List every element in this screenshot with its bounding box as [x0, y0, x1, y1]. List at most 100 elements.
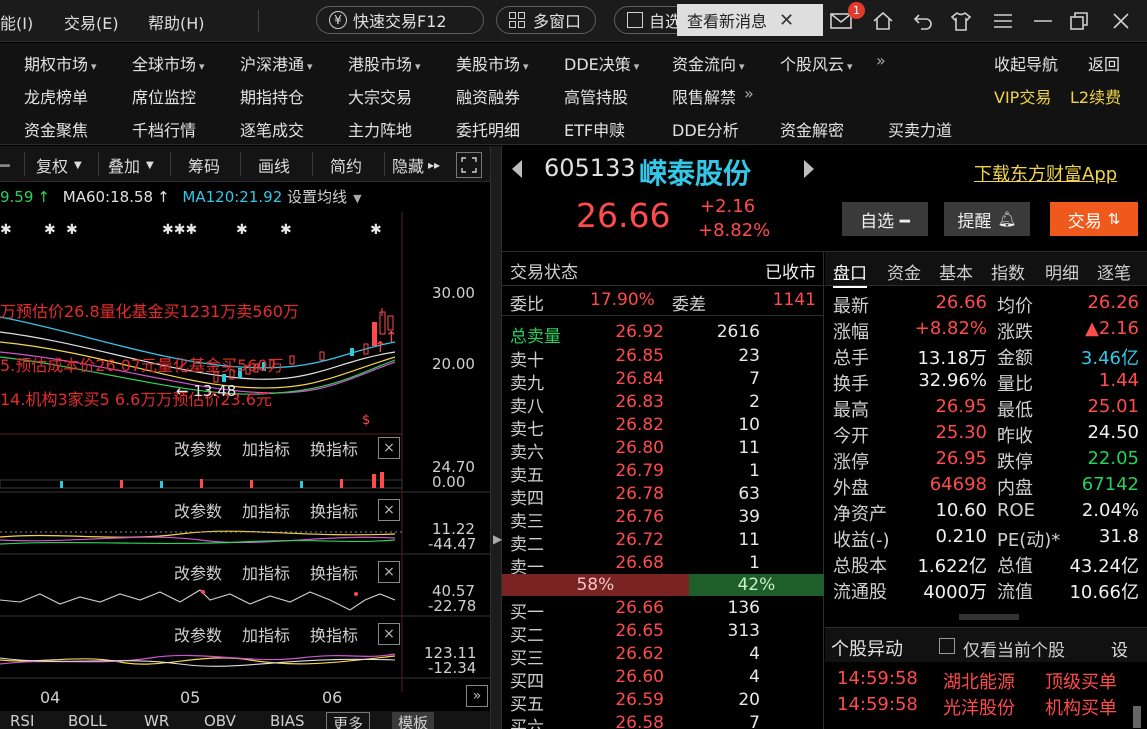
close-icon[interactable]: × [378, 499, 400, 521]
close-icon[interactable]: × [378, 437, 400, 459]
minimize-icon[interactable] [1028, 6, 1058, 36]
bid-level-row[interactable]: 买二 26.65 313 [502, 621, 824, 646]
ask-level-row[interactable]: 卖九 26.84 7 [502, 369, 824, 394]
menu-function[interactable]: 能(I) [0, 10, 33, 34]
add-indicator-button[interactable]: 加指标 [242, 436, 290, 460]
ask-level-row[interactable]: 卖三 26.76 39 [502, 507, 824, 532]
movers-scrollbar[interactable] [1133, 706, 1141, 728]
quick-trade-button[interactable]: ¥ 快速交易F12 [316, 6, 484, 34]
change-params-button[interactable]: 改参数 [174, 436, 222, 460]
overlay-dropdown[interactable]: 叠加 ▼ [108, 152, 154, 178]
nav-stock-news[interactable]: 个股风云 ▾ [780, 51, 853, 75]
nav-more-row2[interactable]: » [744, 84, 754, 103]
ask-level-row[interactable]: 卖六 26.80 11 [502, 438, 824, 463]
download-app-link[interactable]: 下载东方财富App [974, 160, 1117, 186]
tab-bias[interactable]: BIAS [270, 712, 305, 729]
ask-level-row[interactable]: 卖二 26.72 11 [502, 530, 824, 555]
hide-button[interactable]: 隐藏 ▸▸ [392, 152, 440, 178]
draw-line-button[interactable]: 画线 [258, 152, 290, 178]
tab-funds[interactable]: 资金 [887, 259, 921, 284]
ask-level-row[interactable]: 卖十 26.85 23 [502, 346, 824, 371]
add-indicator-button[interactable]: 加指标 [242, 622, 290, 646]
close-icon[interactable]: ✕ [779, 10, 794, 31]
change-params-button[interactable]: 改参数 [174, 498, 222, 522]
nav-thousand-level[interactable]: 千档行情 [132, 117, 196, 141]
panel-splitter[interactable]: ▶ [490, 146, 502, 729]
close-icon[interactable]: × [378, 623, 400, 645]
tab-template[interactable]: 模板 [392, 712, 435, 729]
nav-executive-holdings[interactable]: 高管持股 [564, 84, 628, 108]
nav-fund-focus[interactable]: 资金聚焦 [24, 117, 88, 141]
menu-trade[interactable]: 交易(E) [64, 10, 119, 34]
tab-obv[interactable]: OBV [204, 712, 236, 729]
switch-indicator-button[interactable]: 换指标 [310, 622, 358, 646]
back-arrow-icon[interactable] [908, 6, 938, 36]
change-params-button[interactable]: 改参数 [174, 622, 222, 646]
ask-level-row[interactable]: 卖七 26.82 10 [502, 415, 824, 440]
add-watchlist-button[interactable]: 自选 ━ [842, 202, 928, 236]
nav-back[interactable]: 返回 [1088, 51, 1120, 75]
nav-fund-flow[interactable]: 资金流向 ▾ [672, 51, 745, 75]
double-chevron-right-icon[interactable]: » [466, 685, 488, 707]
switch-indicator-button[interactable]: 换指标 [310, 436, 358, 460]
ask-level-row[interactable]: 卖一 26.68 1 [502, 553, 824, 578]
current-stock-checkbox[interactable] [939, 638, 955, 654]
restore-icon[interactable] [1064, 6, 1094, 36]
new-message-notice[interactable]: 查看新消息 ✕ [677, 4, 823, 36]
nav-tick-trades[interactable]: 逐笔成交 [240, 117, 304, 141]
menu-lines-icon[interactable] [988, 6, 1018, 36]
movers-settings-button[interactable]: 设 [1111, 636, 1128, 661]
nav-dde-decision[interactable]: DDE决策 ▾ [564, 51, 639, 75]
nav-block-trade[interactable]: 大宗交易 [348, 84, 412, 108]
nav-fund-decode[interactable]: 资金解密 [780, 117, 844, 141]
window-close-icon[interactable] [1106, 6, 1136, 36]
ask-level-row[interactable]: 卖八 26.83 2 [502, 392, 824, 417]
add-indicator-button[interactable]: 加指标 [242, 498, 290, 522]
tab-handicap[interactable]: 盘口 [833, 259, 867, 288]
bid-level-row[interactable]: 买三 26.62 4 [502, 644, 824, 669]
tab-rsi[interactable]: RSI [10, 712, 34, 729]
next-stock-icon[interactable] [804, 160, 814, 178]
tab-wr[interactable]: WR [144, 712, 169, 729]
switch-indicator-button[interactable]: 换指标 [310, 498, 358, 522]
tab-tick-by-tick[interactable]: 逐笔 [1097, 259, 1131, 284]
ask-level-row[interactable]: 卖五 26.79 1 [502, 461, 824, 486]
bid-level-row[interactable]: 买四 26.60 4 [502, 667, 824, 692]
nav-order-detail[interactable]: 委托明细 [456, 117, 520, 141]
bid-level-row[interactable]: 买一 26.66 136 [502, 598, 824, 623]
tab-details[interactable]: 明细 [1045, 259, 1079, 284]
change-params-button[interactable]: 改参数 [174, 560, 222, 584]
nav-futures-position[interactable]: 期指持仓 [240, 84, 304, 108]
mover-row[interactable]: 14:59:58 湖北能源 顶级买单 [825, 668, 1147, 694]
simple-mode-button[interactable]: 简约 [330, 152, 362, 178]
nav-global-market[interactable]: 全球市场 ▾ [132, 51, 205, 75]
adjust-price-dropdown[interactable]: 复权 ▼ [36, 152, 82, 178]
nav-dragon-tiger[interactable]: 龙虎榜单 [24, 84, 88, 108]
nav-main-force[interactable]: 主力阵地 [348, 117, 412, 141]
kline-chart-area[interactable]: ✱ ✱ ✱ ✱✱✱ ✱ ✱ ✱ ↑ ↑ $ 万预估价26.8量化基金买1231万… [0, 182, 490, 707]
menu-help[interactable]: 帮助(H) [148, 10, 205, 34]
nav-l2-renew[interactable]: L2续费 [1070, 84, 1121, 108]
switch-indicator-button[interactable]: 换指标 [310, 560, 358, 584]
nav-vip-trade[interactable]: VIP交易 [994, 84, 1051, 108]
tab-boll[interactable]: BOLL [68, 712, 107, 729]
close-icon[interactable]: × [378, 561, 400, 583]
mover-row[interactable]: 14:59:58 光洋股份 机构买单 [825, 694, 1147, 720]
bid-level-row[interactable]: 买五 26.59 20 [502, 690, 824, 715]
alert-button[interactable]: 提醒 🔔︎ [944, 202, 1030, 236]
add-indicator-button[interactable]: 加指标 [242, 560, 290, 584]
nav-seat-monitor[interactable]: 席位监控 [132, 84, 196, 108]
prev-stock-icon[interactable] [512, 160, 522, 178]
nav-options-market[interactable]: 期权市场 ▾ [24, 51, 97, 75]
nav-buy-sell-power[interactable]: 买卖力道 [888, 117, 952, 141]
ask-level-row[interactable]: 卖四 26.78 63 [502, 484, 824, 509]
skin-shirt-icon[interactable] [946, 6, 976, 36]
nav-dde-analysis[interactable]: DDE分析 [672, 117, 739, 141]
tab-fundamentals[interactable]: 基本 [939, 259, 973, 284]
tab-more[interactable]: 更多 [326, 712, 371, 729]
nav-us-market[interactable]: 美股市场 ▾ [456, 51, 529, 75]
nav-etf-redemption[interactable]: ETF申赎 [564, 117, 625, 141]
chips-button[interactable]: 筹码 [188, 152, 220, 178]
nav-margin-trading[interactable]: 融资融券 [456, 84, 520, 108]
trade-button[interactable]: 交易 ⇅ [1050, 202, 1138, 236]
